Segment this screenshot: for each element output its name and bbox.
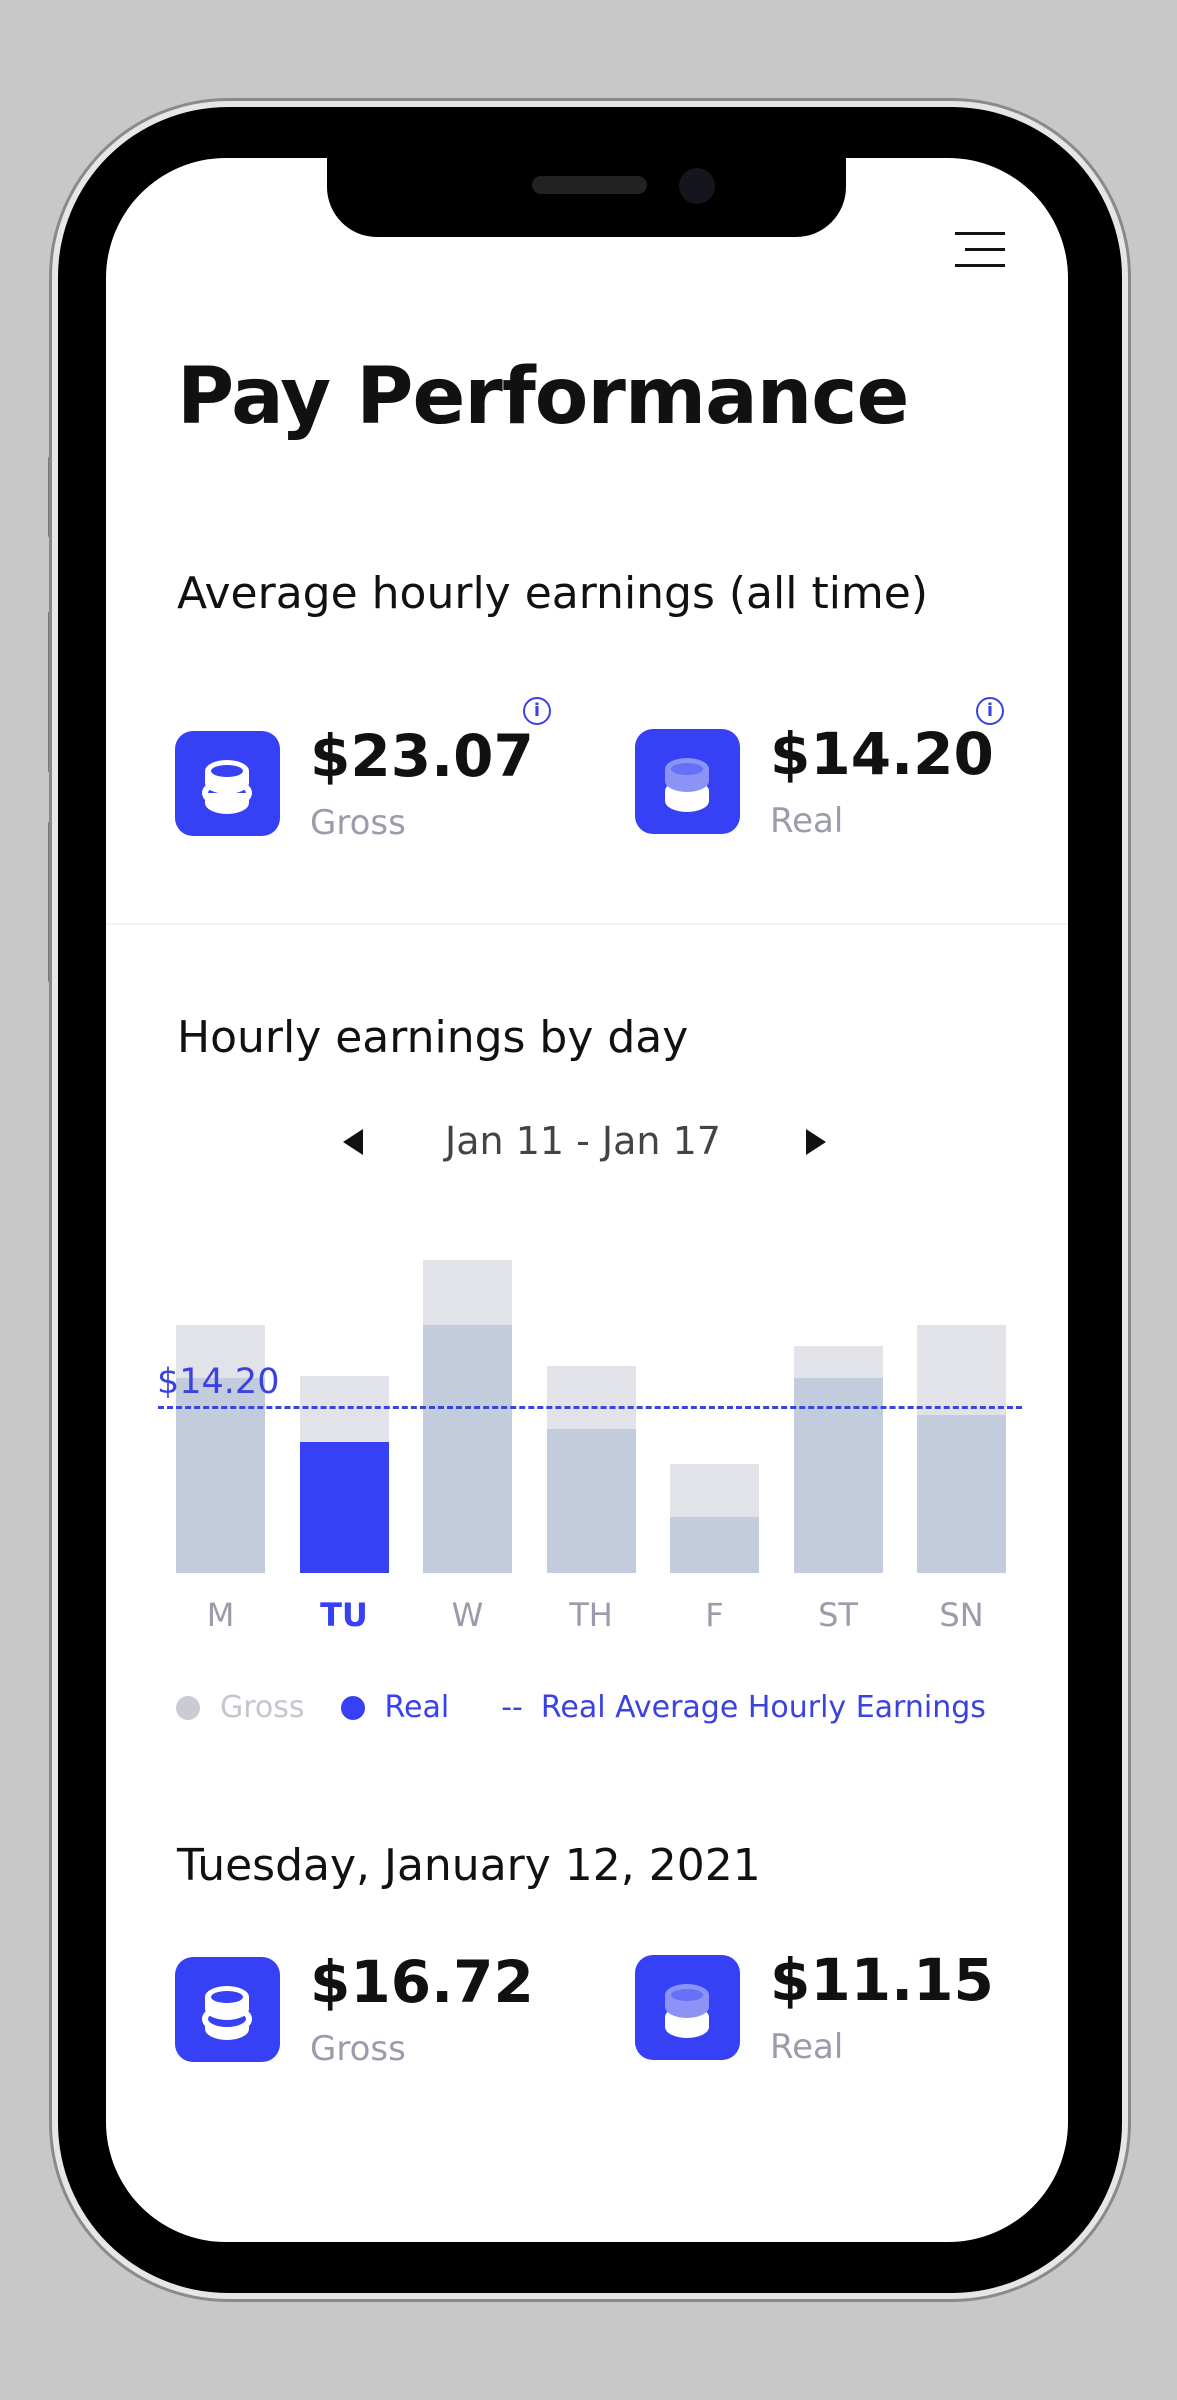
info-icon[interactable]: i [976, 697, 1004, 725]
triangle-left-icon[interactable] [343, 1129, 363, 1155]
volume-up-button [48, 610, 58, 774]
gross-legend-dot [176, 1695, 200, 1720]
coins-icon [175, 731, 280, 836]
gross-legend-label: Gross [220, 1690, 305, 1725]
day-gross-label: Gross [310, 2029, 406, 2069]
day-gross-value: $16.72 [310, 1948, 534, 2016]
by-day-heading: Hourly earnings by day [177, 1012, 689, 1063]
day-real-value: $11.15 [770, 1946, 994, 2014]
all-time-heading: Average hourly earnings (all time) [177, 568, 929, 619]
info-icon[interactable]: i [523, 697, 551, 725]
power-button [1121, 665, 1131, 929]
real-legend-dot [340, 1695, 365, 1720]
coins-icon [175, 1957, 280, 2062]
chart-legend: Gross Real -- Real Average Hourly Earnin… [176, 1690, 986, 1725]
avg-legend-label: Real Average Hourly Earnings [540, 1690, 986, 1725]
screen [106, 158, 1068, 2242]
coins-icon [635, 729, 740, 834]
day-real-label: Real [770, 2027, 844, 2067]
avg-legend-symbol: -- [501, 1690, 523, 1725]
all-time-gross-label: Gross [310, 803, 406, 843]
silent-switch [48, 455, 58, 539]
camera [679, 168, 715, 204]
hamburger-menu-icon[interactable] [955, 232, 1005, 268]
volume-down-button [48, 820, 58, 984]
date-range: Jan 11 - Jan 17 [445, 1119, 721, 1163]
real-legend-label: Real [384, 1690, 450, 1725]
coins-icon [635, 1955, 740, 2060]
selected-day-heading: Tuesday, January 12, 2021 [177, 1840, 761, 1891]
notch [327, 150, 846, 237]
all-time-real-label: Real [770, 801, 844, 841]
all-time-gross-value: $23.07 [310, 722, 534, 790]
page-title: Pay Performance [177, 352, 909, 442]
all-time-real-value: $14.20 [770, 720, 994, 788]
speaker [532, 176, 647, 194]
triangle-right-icon[interactable] [806, 1129, 826, 1155]
section-divider [106, 923, 1068, 925]
